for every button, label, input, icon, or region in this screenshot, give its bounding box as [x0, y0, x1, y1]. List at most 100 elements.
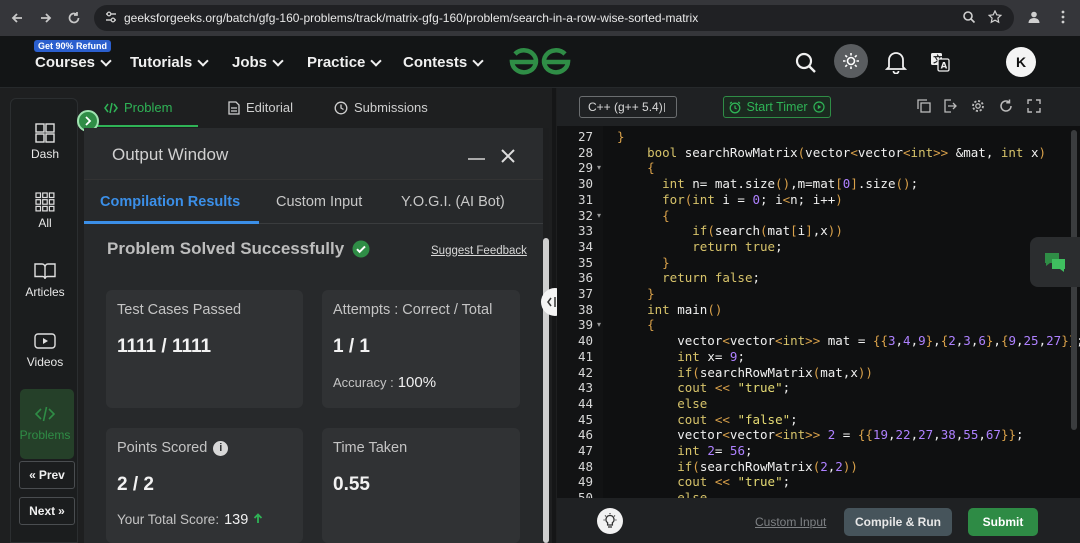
menu-jobs[interactable]: Jobs	[232, 54, 284, 71]
code-line[interactable]: if(search(mat[i],x))	[617, 223, 843, 238]
line-number: 42	[577, 364, 593, 380]
line-number: 43	[577, 380, 593, 396]
address-bar[interactable]: geeksforgeeks.org/batch/gfg-160-problems…	[94, 5, 1014, 31]
menu-courses[interactable]: Courses	[35, 54, 112, 71]
compile-run-button[interactable]: Compile & Run	[844, 508, 952, 536]
code-line[interactable]: int 2= 56;	[617, 443, 752, 458]
copy-icon[interactable]	[917, 99, 931, 118]
code-line[interactable]: cout << "true";	[617, 474, 790, 489]
reload-icon[interactable]	[61, 5, 87, 31]
tab-problem[interactable]: Problem	[104, 100, 172, 115]
submit-button[interactable]: Submit	[968, 508, 1038, 536]
rail-item-problems[interactable]: Problems	[11, 404, 79, 442]
refund-badge[interactable]: Get 90% Refund	[34, 40, 112, 52]
menu-contests[interactable]: Contests	[403, 54, 484, 71]
code-line[interactable]: return true;	[617, 239, 782, 254]
prev-button[interactable]: « Prev	[19, 461, 75, 489]
fullscreen-icon[interactable]	[1027, 99, 1041, 118]
menu-tutorials[interactable]: Tutorials	[130, 54, 209, 71]
code-line[interactable]: else	[617, 490, 707, 498]
chevron-down-icon	[272, 54, 284, 67]
fold-chevron-icon[interactable]: ▾	[597, 211, 601, 220]
fold-chevron-icon[interactable]: ▾	[597, 320, 601, 329]
line-number: 36	[577, 270, 593, 286]
code-line[interactable]: int n= mat.size(),m=mat[0].size();	[617, 176, 918, 191]
rail-item-all[interactable]: All	[11, 192, 79, 230]
suggest-feedback-link[interactable]: Suggest Feedback	[431, 245, 527, 257]
translate-icon[interactable]: 文A	[930, 52, 950, 77]
menu-practice[interactable]: Practice	[307, 54, 383, 71]
time-card: Time Taken 0.55	[322, 428, 520, 543]
info-icon[interactable]: i	[213, 440, 229, 456]
avatar[interactable]: K	[1006, 47, 1036, 77]
code-line[interactable]: else	[617, 396, 707, 411]
more-options-icon[interactable]	[1052, 6, 1074, 28]
minimize-icon[interactable]	[468, 158, 485, 160]
select-divider	[664, 103, 665, 112]
code-line[interactable]: if(searchRowMatrix(mat,x))	[617, 365, 873, 380]
code-line[interactable]: for(int i = 0; i<n; i++)	[617, 192, 843, 207]
next-button[interactable]: Next »	[19, 497, 75, 525]
code-line[interactable]: {	[617, 160, 655, 175]
double-chevron-left-icon: «	[29, 468, 36, 482]
fold-chevron-icon[interactable]: ▾	[597, 163, 601, 172]
start-timer-button[interactable]: Start Timer	[723, 96, 831, 118]
custom-input-link[interactable]: Custom Input	[755, 515, 826, 529]
rail-item-videos[interactable]: Videos	[11, 331, 79, 369]
output-window-header: Output Window	[84, 128, 549, 180]
line-number: 33	[577, 223, 593, 239]
forward-icon[interactable]	[33, 5, 59, 31]
line-number: 29	[577, 160, 593, 176]
code-line[interactable]: vector<vector<int>> 2 = {{19,22,27,38,55…	[617, 427, 1023, 442]
bell-icon[interactable]	[884, 50, 908, 79]
line-number: 38	[577, 301, 593, 317]
tab-editorial-label: Editorial	[246, 100, 293, 115]
import-icon[interactable]	[943, 99, 957, 118]
code-line[interactable]: {	[617, 208, 670, 223]
chevron-down-icon	[197, 54, 209, 67]
code-line[interactable]: cout << "true";	[617, 380, 790, 395]
line-number: 28	[577, 144, 593, 160]
code-line[interactable]: bool searchRowMatrix(vector<vector<int>>…	[617, 145, 1046, 160]
chat-button[interactable]	[1030, 237, 1080, 287]
rail-item-articles[interactable]: Articles	[11, 261, 79, 299]
settings-gear-icon[interactable]	[971, 99, 985, 118]
zoom-icon[interactable]	[958, 6, 980, 28]
rail-item-dash[interactable]: Dash	[11, 123, 79, 161]
code-line[interactable]: int main()	[617, 302, 722, 317]
line-number: 50	[577, 490, 593, 498]
chevron-right-icon	[85, 116, 92, 126]
hint-button[interactable]	[597, 508, 623, 534]
chevron-down-icon	[472, 54, 484, 67]
test-cases-card: Test Cases Passed 1111 / 1111	[106, 290, 303, 408]
profile-icon[interactable]	[1023, 6, 1045, 28]
theme-toggle[interactable]	[834, 44, 868, 78]
site-settings-icon[interactable]	[104, 10, 118, 27]
language-select[interactable]: C++ (g++ 5.4)	[579, 96, 677, 118]
status-banner: Problem Solved Successfully	[107, 239, 370, 259]
bookmark-star-icon[interactable]	[984, 6, 1006, 28]
output-scrollbar-thumb[interactable]	[543, 238, 549, 543]
tab-compilation-results[interactable]: Compilation Results	[100, 194, 240, 210]
tab-custom-input[interactable]: Custom Input	[276, 194, 362, 210]
close-icon[interactable]	[500, 148, 516, 169]
code-line[interactable]: vector<vector<int>> mat = {{3,4,9},{2,3,…	[617, 333, 1080, 348]
search-icon[interactable]	[795, 52, 817, 79]
code-line[interactable]: {	[617, 317, 655, 332]
gfg-logo[interactable]	[508, 46, 572, 81]
code-line[interactable]: cout << "false";	[617, 412, 797, 427]
reset-icon[interactable]	[999, 99, 1013, 118]
tab-submissions[interactable]: Submissions	[334, 100, 428, 115]
time-value: 0.55	[333, 474, 370, 495]
code-editor[interactable]: 27 28 29 ▾ 30 31 32 ▾ 33 34 35 36 37 38 39 ▾ 40 41 42 43 44 4…	[557, 126, 1080, 498]
tab-editorial[interactable]: Editorial	[228, 100, 293, 115]
svg-text:A: A	[941, 62, 948, 72]
code-line[interactable]: int x= 9;	[617, 349, 745, 364]
code-line[interactable]: }	[617, 255, 670, 270]
back-icon[interactable]	[4, 5, 30, 31]
code-line[interactable]: }	[617, 129, 625, 144]
code-line[interactable]: if(searchRowMatrix(2,2))	[617, 459, 858, 474]
code-line[interactable]: return false;	[617, 270, 760, 285]
code-line[interactable]: }	[617, 286, 655, 301]
tab-yogi-bot[interactable]: Y.O.G.I. (AI Bot)	[401, 194, 505, 210]
